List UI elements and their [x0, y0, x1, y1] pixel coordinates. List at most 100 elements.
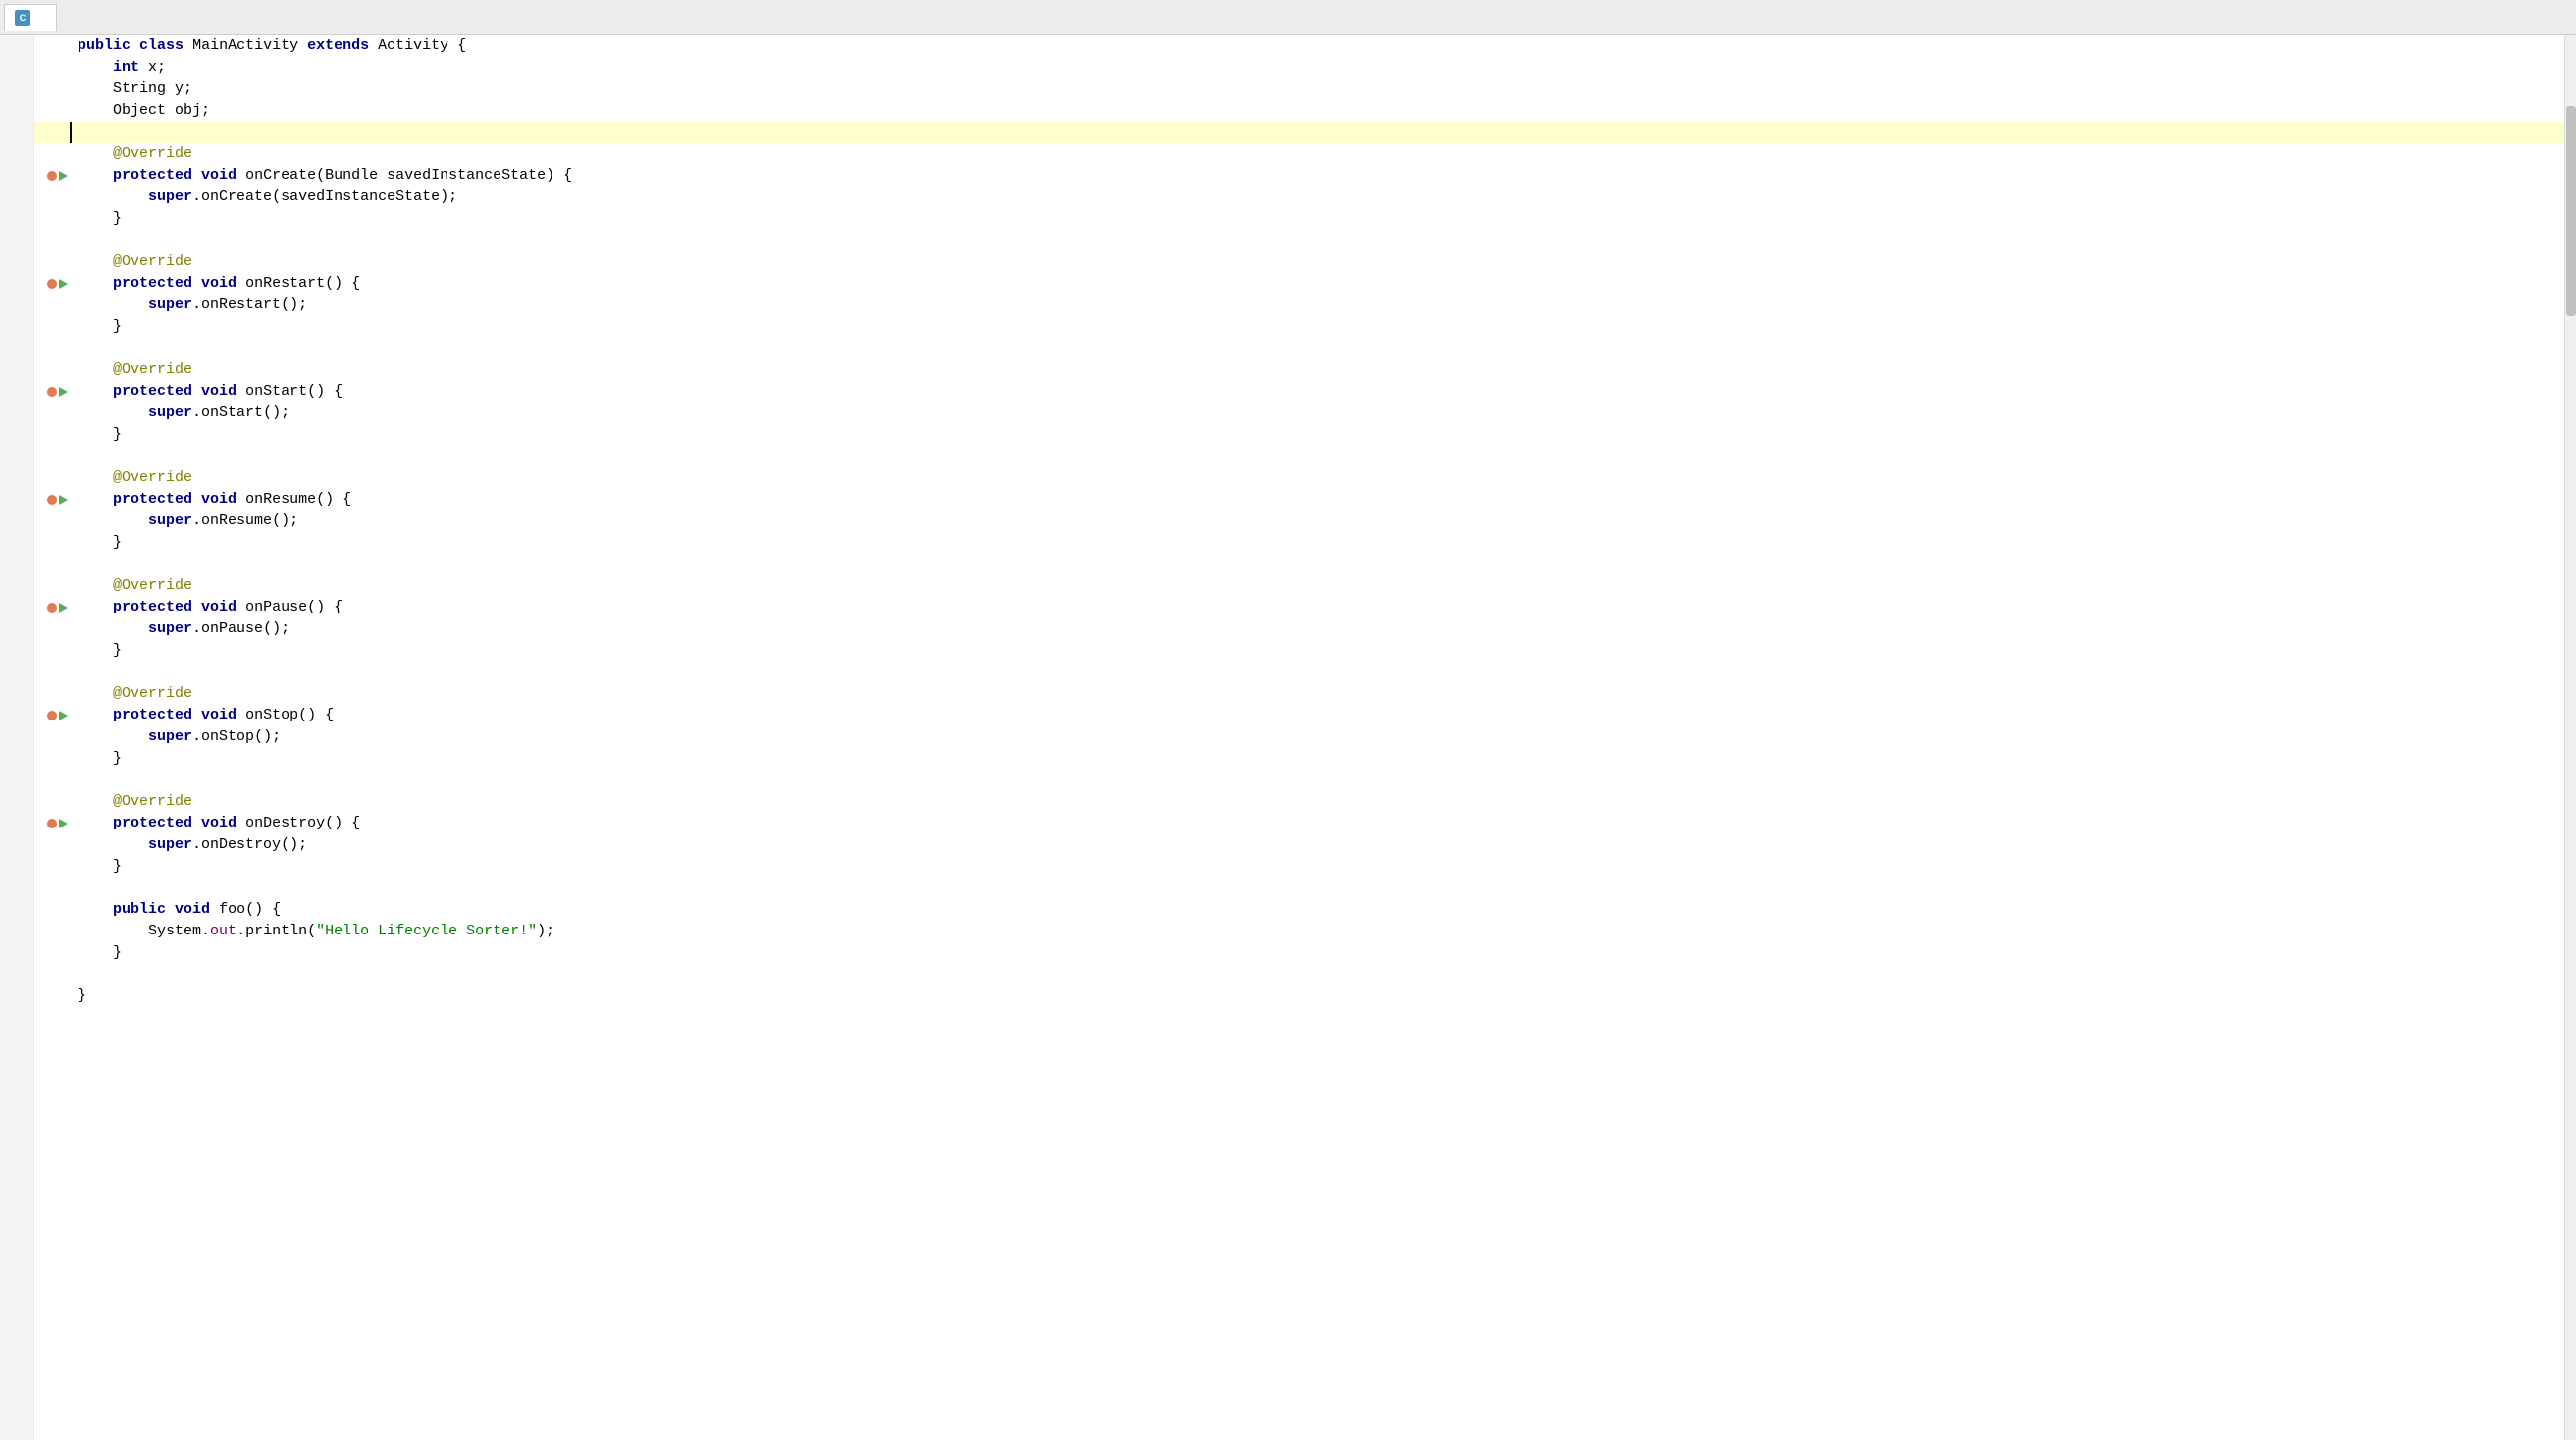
line-icon-area	[34, 532, 70, 554]
line-code: }	[70, 986, 2564, 1007]
line-icon-area	[34, 683, 70, 705]
line-icon-area	[34, 748, 70, 770]
table-row	[34, 770, 2564, 791]
line-icon-area	[34, 597, 70, 618]
override-dot-icon	[47, 279, 57, 289]
run-method-icon[interactable]	[59, 603, 68, 613]
line-code: @Override	[70, 467, 2564, 489]
table-row	[34, 878, 2564, 899]
vertical-scrollbar[interactable]	[2564, 35, 2576, 1440]
table-row: }	[34, 640, 2564, 662]
run-method-icon[interactable]	[59, 171, 68, 181]
line-icon-area	[34, 122, 70, 143]
line-code	[70, 554, 2564, 575]
line-icon-area	[34, 187, 70, 208]
line-code: }	[70, 640, 2564, 662]
table-row: @Override	[34, 683, 2564, 705]
line-icon-area	[34, 165, 70, 187]
table-row: protected void onRestart() {	[34, 273, 2564, 294]
line-icon-area	[34, 640, 70, 662]
line-icon-area	[34, 273, 70, 294]
table-row	[34, 122, 2564, 143]
line-code: @Override	[70, 683, 2564, 705]
table-row: super.onResume();	[34, 510, 2564, 532]
table-row: }	[34, 316, 2564, 338]
line-code: int x;	[70, 57, 2564, 79]
scrollbar-thumb[interactable]	[2566, 106, 2576, 317]
line-icon-area	[34, 618, 70, 640]
run-method-icon[interactable]	[59, 495, 68, 505]
line-icon-area	[34, 316, 70, 338]
editor-area: public class MainActivity extends Activi…	[0, 35, 2576, 1440]
editor-tab[interactable]: C	[4, 4, 57, 31]
table-row: }	[34, 532, 2564, 554]
tab-bar: C	[0, 0, 2576, 35]
line-icon-area	[34, 554, 70, 575]
line-icon-area	[34, 705, 70, 726]
table-row: }	[34, 424, 2564, 446]
line-icon-area	[34, 35, 70, 57]
line-icon-area	[34, 813, 70, 834]
line-code: protected void onStart() {	[70, 381, 2564, 402]
line-icon-area	[34, 359, 70, 381]
override-dot-icon	[47, 711, 57, 720]
line-code: super.onResume();	[70, 510, 2564, 532]
code-content[interactable]: public class MainActivity extends Activi…	[34, 35, 2564, 1440]
left-margin	[0, 35, 34, 1440]
table-row: protected void onPause() {	[34, 597, 2564, 618]
override-dot-icon	[47, 819, 57, 828]
table-row: public void foo() {	[34, 899, 2564, 921]
table-row: protected void onStart() {	[34, 381, 2564, 402]
run-method-icon[interactable]	[59, 387, 68, 397]
line-code	[70, 964, 2564, 986]
line-code: }	[70, 424, 2564, 446]
line-icon-area	[34, 791, 70, 813]
table-row: super.onDestroy();	[34, 834, 2564, 856]
line-icon-area	[34, 467, 70, 489]
line-icon-area	[34, 402, 70, 424]
table-row: @Override	[34, 467, 2564, 489]
line-icon-area	[34, 446, 70, 467]
table-row: protected void onStop() {	[34, 705, 2564, 726]
line-icon-area	[34, 100, 70, 122]
line-icon-area	[34, 856, 70, 878]
table-row: super.onStart();	[34, 402, 2564, 424]
line-icon-area	[34, 942, 70, 964]
line-code: super.onDestroy();	[70, 834, 2564, 856]
line-icon-area	[34, 143, 70, 165]
table-row: }	[34, 208, 2564, 230]
run-method-icon[interactable]	[59, 819, 68, 828]
table-row: }	[34, 856, 2564, 878]
table-row	[34, 446, 2564, 467]
line-code: protected void onResume() {	[70, 489, 2564, 510]
table-row: @Override	[34, 251, 2564, 273]
line-icon-area	[34, 834, 70, 856]
line-code: @Override	[70, 251, 2564, 273]
line-code: super.onCreate(savedInstanceState);	[70, 187, 2564, 208]
line-code: protected void onCreate(Bundle savedInst…	[70, 165, 2564, 187]
table-row: @Override	[34, 143, 2564, 165]
table-row: @Override	[34, 575, 2564, 597]
table-row: @Override	[34, 791, 2564, 813]
line-icon-area	[34, 726, 70, 748]
line-icon-area	[34, 251, 70, 273]
line-code: protected void onPause() {	[70, 597, 2564, 618]
line-icon-area	[34, 230, 70, 251]
run-method-icon[interactable]	[59, 279, 68, 289]
table-row: protected void onCreate(Bundle savedInst…	[34, 165, 2564, 187]
line-code: }	[70, 856, 2564, 878]
table-row: int x;	[34, 57, 2564, 79]
table-row: super.onPause();	[34, 618, 2564, 640]
line-icon-area	[34, 424, 70, 446]
table-row: }	[34, 942, 2564, 964]
line-code: @Override	[70, 143, 2564, 165]
line-code: @Override	[70, 791, 2564, 813]
line-icon-area	[34, 986, 70, 1007]
run-method-icon[interactable]	[59, 711, 68, 720]
line-code: protected void onRestart() {	[70, 273, 2564, 294]
line-code: protected void onDestroy() {	[70, 813, 2564, 834]
line-code: }	[70, 942, 2564, 964]
table-row	[34, 964, 2564, 986]
line-icon-area	[34, 381, 70, 402]
table-row	[34, 554, 2564, 575]
